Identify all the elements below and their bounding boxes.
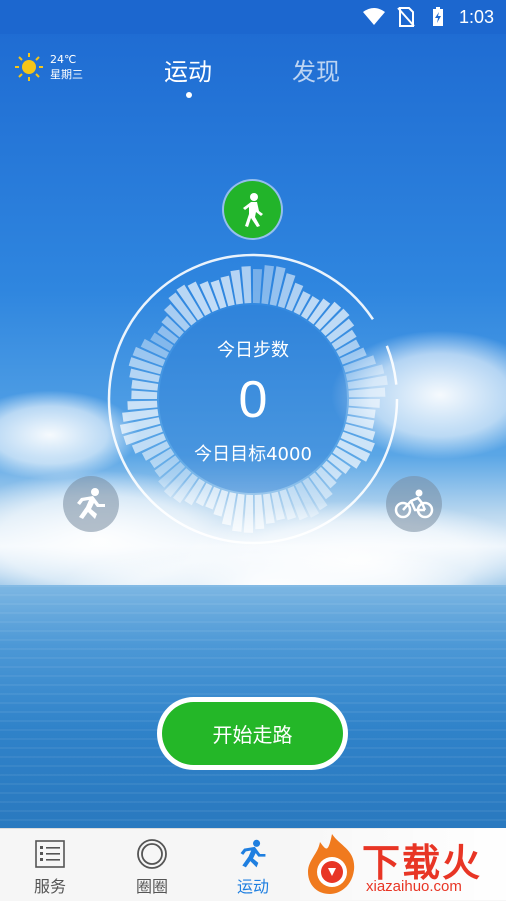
nav-item-sport[interactable]: 运动 — [203, 829, 303, 901]
run-mode-button[interactable] — [63, 476, 119, 532]
daily-goal: 今日目标4000 — [194, 444, 312, 465]
active-tab-indicator — [186, 92, 192, 98]
runner-icon — [236, 837, 270, 871]
tab-sport[interactable]: 运动 — [164, 52, 212, 87]
status-bar: 1:03 — [0, 0, 506, 34]
nav-label-service: 服务 — [33, 877, 66, 896]
start-walk-label: 开始走路 — [162, 702, 343, 765]
bike-mode-button[interactable] — [386, 476, 442, 532]
walk-icon — [242, 192, 263, 227]
start-walk-button[interactable]: 开始走路 — [157, 697, 348, 770]
wifi-icon — [362, 6, 385, 28]
walk-mode-button[interactable] — [224, 181, 281, 238]
step-ring: 今日步数 0 今日目标4000 — [104, 250, 402, 548]
tab-discover[interactable]: 发现 — [292, 52, 340, 87]
circle-icon — [135, 837, 169, 871]
today-steps-label: 今日步数 — [217, 340, 289, 361]
watermark-url: xiazaihuo.com — [366, 878, 462, 895]
list-icon — [33, 837, 67, 871]
no-sim-icon — [395, 6, 417, 28]
top-tabs: 运动 发现 — [0, 52, 506, 102]
nav-item-circle[interactable]: 圈圈 — [102, 829, 202, 901]
flame-logo-icon — [308, 834, 355, 894]
nav-label-sport: 运动 — [236, 877, 269, 896]
nav-label-circle: 圈圈 — [135, 877, 168, 896]
watermark: 下载火 xiazaihuo.com — [300, 828, 506, 900]
run-icon — [77, 488, 105, 519]
step-count: 0 — [238, 371, 268, 429]
nav-item-service[interactable]: 服务 — [0, 829, 100, 901]
bike-icon — [394, 489, 434, 519]
battery-charging-icon — [427, 6, 449, 28]
status-time: 1:03 — [458, 6, 494, 27]
